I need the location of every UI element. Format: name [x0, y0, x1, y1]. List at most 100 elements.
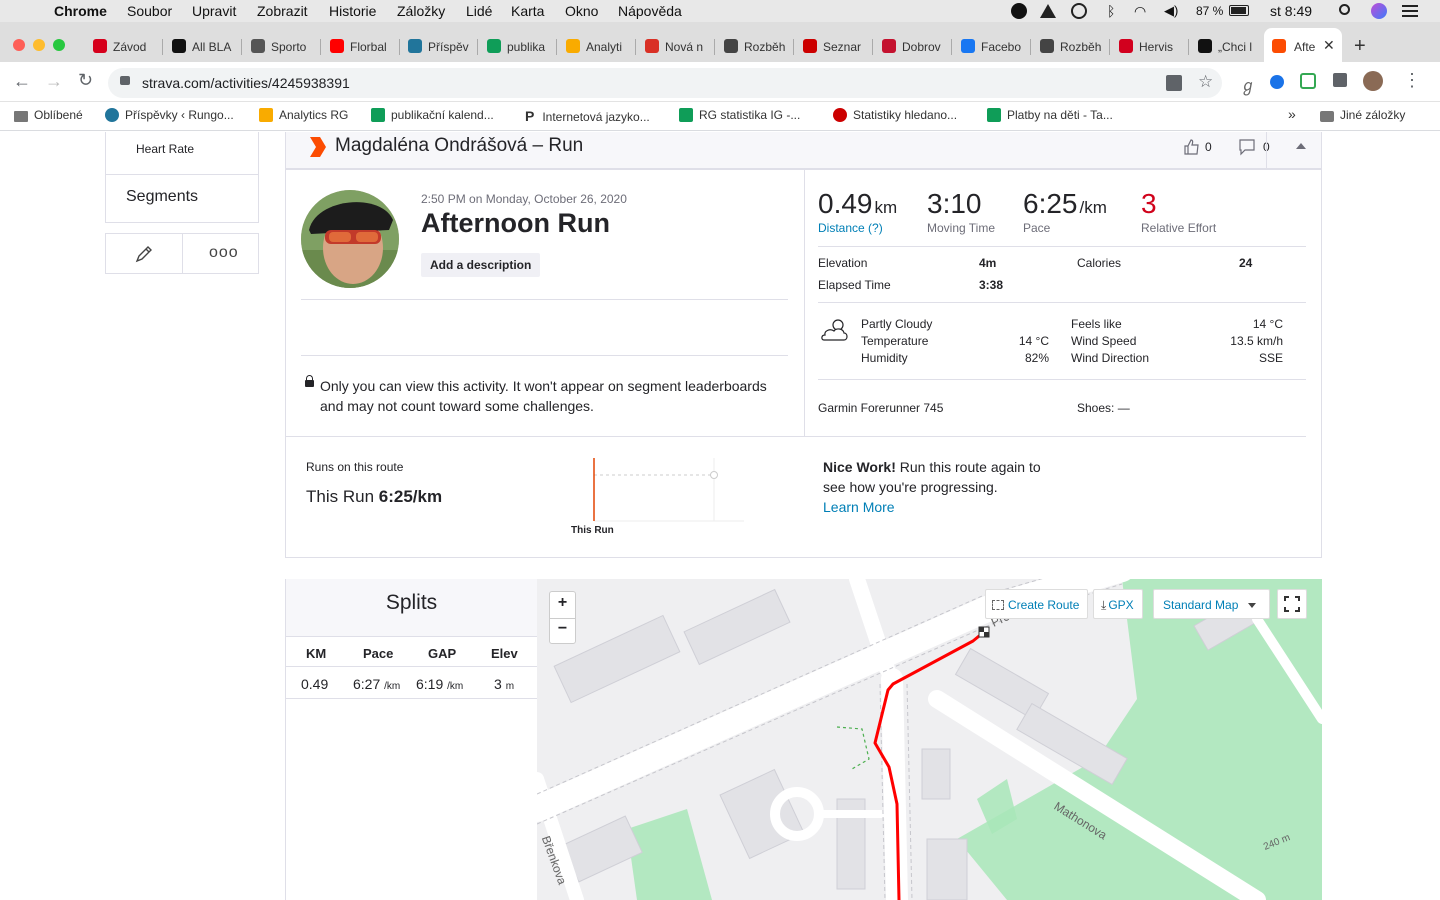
- tab-11[interactable]: Dobrov: [874, 30, 952, 62]
- tab-label: „Chci l: [1218, 40, 1253, 54]
- menu-historie[interactable]: Historie: [329, 3, 376, 19]
- comment-button[interactable]: 0: [1238, 138, 1270, 161]
- sidebar-item-segments[interactable]: Segments: [105, 175, 259, 223]
- menu-karta[interactable]: Karta: [511, 3, 544, 19]
- more-options-icon[interactable]: ooo: [209, 244, 239, 262]
- status-app-icon[interactable]: [1011, 3, 1027, 19]
- route-map[interactable]: Mathonova Břenkova Provo 240 m + − Creat…: [537, 579, 1322, 900]
- url-text[interactable]: strava.com/activities/4245938391: [142, 75, 350, 91]
- menu-okno[interactable]: Okno: [565, 3, 598, 19]
- zoom-window-button[interactable]: [53, 39, 65, 51]
- minimize-window-button[interactable]: [33, 39, 45, 51]
- tab-14[interactable]: Hervis: [1111, 30, 1189, 62]
- forward-icon[interactable]: →: [45, 71, 63, 92]
- tab-favicon-icon: [487, 39, 501, 53]
- menubar-clock[interactable]: st 8:49: [1270, 3, 1312, 19]
- divider: [182, 234, 183, 274]
- bookmark-statistiky[interactable]: Statistiky hledano...: [833, 108, 957, 122]
- tab-4[interactable]: Florbal: [322, 30, 400, 62]
- tab-active[interactable]: Afte ✕: [1264, 28, 1342, 62]
- menu-napoveda[interactable]: Nápověda: [618, 3, 682, 19]
- tab-favicon-icon: [330, 39, 344, 53]
- drive-icon[interactable]: [1040, 4, 1056, 18]
- menu-upravit[interactable]: Upravit: [192, 3, 236, 19]
- tab-13[interactable]: Rozběh: [1032, 30, 1110, 62]
- pace-label: Pace: [1023, 221, 1051, 235]
- avatar[interactable]: [301, 190, 399, 288]
- bookmark-prispevky[interactable]: Příspěvky ‹ Rungo...: [105, 108, 234, 122]
- close-tab-icon[interactable]: ✕: [1323, 37, 1335, 54]
- tab-10[interactable]: Seznar: [795, 30, 873, 62]
- sidebar-item-heart-rate[interactable]: Heart Rate: [136, 142, 194, 156]
- bookmark-publikacni[interactable]: publikační kalend...: [371, 108, 494, 122]
- close-window-button[interactable]: [13, 39, 25, 51]
- extensions-puzzle-icon[interactable]: [1333, 73, 1347, 87]
- bluetooth-icon[interactable]: ᛒ: [1107, 3, 1115, 19]
- new-tab-icon[interactable]: +: [1354, 35, 1366, 58]
- translate-icon[interactable]: [1166, 75, 1182, 91]
- analytics-icon: [259, 108, 273, 122]
- back-icon[interactable]: ←: [13, 71, 31, 92]
- tab-1[interactable]: Závod: [85, 30, 163, 62]
- collapse-caret-icon[interactable]: [1296, 143, 1306, 149]
- bookmark-analytics[interactable]: Analytics RG: [259, 108, 348, 122]
- menu-soubor[interactable]: Soubor: [127, 3, 172, 19]
- tab-9[interactable]: Rozběh: [716, 30, 794, 62]
- bookmark-platby[interactable]: Platby na děti - Ta...: [987, 108, 1113, 122]
- chrome-menu-icon[interactable]: ⋮: [1403, 70, 1421, 91]
- bookmarks-overflow-icon[interactable]: »: [1288, 106, 1296, 122]
- bookmark-jazykova[interactable]: P Internetová jazyko...: [525, 108, 650, 124]
- menu-zobrazit[interactable]: Zobrazit: [257, 3, 308, 19]
- kudos-button[interactable]: 0: [1183, 138, 1212, 161]
- activity-name[interactable]: Afternoon Run: [421, 208, 610, 239]
- fullscreen-button[interactable]: [1277, 589, 1307, 619]
- tab-2[interactable]: All BLA: [164, 30, 242, 62]
- address-bar[interactable]: strava.com/activities/4245938391 ☆: [108, 68, 1222, 98]
- extension-blue-icon[interactable]: [1270, 75, 1284, 89]
- zoom-out-button[interactable]: −: [550, 620, 575, 638]
- tab-strip: Závod All BLA Sporto Florbal Příspěv publika A…: [0, 22, 1440, 62]
- wifi-icon[interactable]: ◠: [1134, 3, 1146, 20]
- control-center-icon[interactable]: [1402, 5, 1418, 7]
- menu-app-name[interactable]: Chrome: [54, 3, 107, 19]
- athlete-activity-title[interactable]: Magdaléna Ondrášová – Run: [335, 135, 583, 157]
- tab-6[interactable]: publika: [479, 30, 557, 62]
- zoom-in-button[interactable]: +: [550, 594, 575, 612]
- bookmark-oblibene[interactable]: Oblíbené: [14, 108, 83, 122]
- reload-icon[interactable]: ↻: [78, 70, 93, 91]
- gpx-export-button[interactable]: ⤓ GPX: [1093, 589, 1143, 619]
- add-description-button[interactable]: Add a description: [421, 253, 541, 277]
- tab-favicon-icon: [93, 39, 107, 53]
- tab-15[interactable]: „Chci l: [1190, 30, 1268, 62]
- learn-more-link[interactable]: Learn More: [823, 499, 895, 515]
- stat-relative-effort[interactable]: 3 Relative Effort: [1141, 188, 1216, 235]
- extension-grammarly-icon[interactable]: ℊ: [1240, 72, 1256, 96]
- spotlight-icon[interactable]: [1339, 4, 1350, 15]
- bookmark-rg-statistika[interactable]: RG statistika IG -...: [679, 108, 800, 122]
- siri-icon[interactable]: [1371, 3, 1387, 19]
- tab-3[interactable]: Sporto: [243, 30, 321, 62]
- lock-icon[interactable]: [120, 76, 130, 85]
- create-route-button[interactable]: Create Route: [985, 589, 1089, 619]
- chart-point[interactable]: [710, 471, 718, 479]
- tab-5[interactable]: Příspěv: [400, 30, 478, 62]
- volume-icon[interactable]: ◀): [1164, 3, 1178, 19]
- menu-lide[interactable]: Lidé: [466, 3, 492, 19]
- bookmark-jine[interactable]: Jiné záložky: [1320, 108, 1405, 122]
- map-type-select[interactable]: Standard Map: [1153, 589, 1270, 619]
- splits-table-header: KM Pace GAP Elev: [286, 637, 537, 667]
- edit-button[interactable]: [133, 243, 155, 270]
- route-start-flag-icon[interactable]: [978, 626, 990, 638]
- tab-12[interactable]: Facebo: [953, 30, 1031, 62]
- menu-zalozky[interactable]: Záložky: [397, 3, 445, 19]
- bookmark-star-icon[interactable]: ☆: [1198, 72, 1213, 92]
- battery-icon[interactable]: [1229, 5, 1249, 16]
- table-row[interactable]: 0.49 6:27 /km 6:19 /km 3 m: [286, 668, 537, 699]
- profile-avatar[interactable]: [1363, 71, 1383, 91]
- time-machine-icon[interactable]: [1071, 3, 1087, 19]
- tab-8[interactable]: Nová n: [637, 30, 715, 62]
- extension-chart-icon[interactable]: [1300, 73, 1316, 89]
- tab-7[interactable]: Analyti: [558, 30, 636, 62]
- tab-separator: [635, 39, 636, 55]
- distance-help-link[interactable]: Distance (?): [818, 221, 897, 235]
